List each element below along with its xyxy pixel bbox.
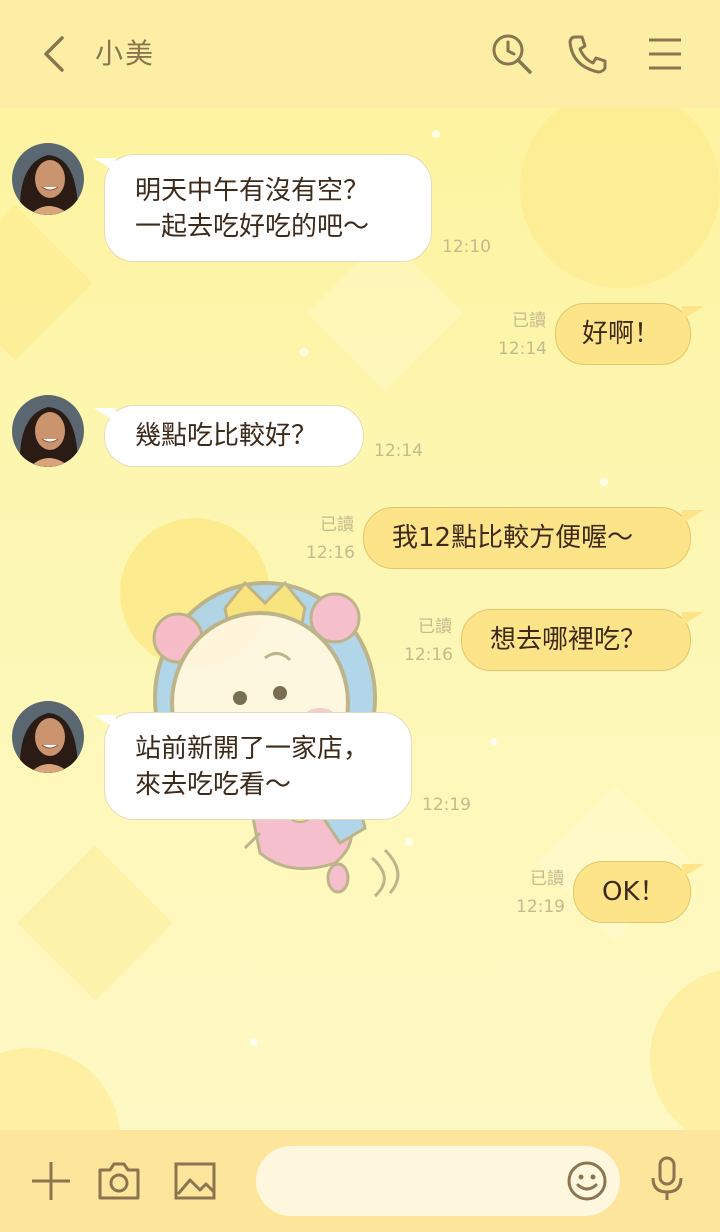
bubble-tail	[94, 715, 116, 729]
sparkle	[600, 478, 608, 486]
message-text: 想去哪裡吃？	[490, 625, 647, 655]
message-text: OK！	[602, 877, 666, 907]
incoming-message-bubble[interactable]: 明天中午有沒有空？ 一起去吃好吃的吧～	[104, 154, 432, 262]
sparkle	[300, 348, 308, 356]
message-time: 12:19	[516, 897, 565, 917]
message-time: 12:16	[306, 543, 355, 563]
microphone-icon[interactable]	[644, 1156, 690, 1202]
camera-icon[interactable]	[96, 1158, 142, 1204]
outgoing-message-bubble[interactable]: OK！	[573, 861, 691, 923]
background-circle	[650, 968, 720, 1130]
read-receipt: 已讀	[320, 515, 354, 535]
menu-icon[interactable]	[643, 32, 687, 76]
message-text: 我12點比較方便喔～	[392, 523, 634, 553]
read-receipt: 已讀	[418, 617, 452, 637]
chat-header: 小美	[0, 0, 720, 108]
chat-area[interactable]: 明天中午有沒有空？ 一起去吃好吃的吧～ 12:10 已讀 12:14 好啊！ 幾…	[0, 108, 720, 1130]
phone-icon[interactable]	[566, 32, 610, 76]
outgoing-message-bubble[interactable]: 想去哪裡吃？	[461, 609, 691, 671]
image-icon[interactable]	[172, 1158, 218, 1204]
message-time: 12:10	[442, 237, 491, 257]
incoming-message-bubble[interactable]: 幾點吃比較好？	[104, 405, 364, 467]
bubble-tail	[682, 864, 704, 878]
bubble-tail	[682, 510, 704, 524]
bubble-tail	[682, 612, 704, 626]
message-input-field[interactable]	[256, 1146, 620, 1216]
message-time: 12:16	[404, 645, 453, 665]
contact-avatar[interactable]	[12, 395, 84, 467]
search-clock-icon[interactable]	[490, 32, 534, 76]
message-text: 幾點吃比較好？	[135, 421, 318, 451]
message-text: 好啊！	[582, 319, 661, 349]
bubble-tail	[94, 158, 116, 172]
background-circle	[520, 108, 720, 288]
message-text: 站前新開了一家店， 來去吃吃看～	[135, 734, 370, 800]
background-diamond	[0, 205, 93, 361]
sparkle	[250, 1038, 258, 1046]
contact-avatar[interactable]	[12, 143, 84, 215]
message-time: 12:19	[422, 795, 471, 815]
plus-icon[interactable]	[28, 1158, 74, 1204]
outgoing-message-bubble[interactable]: 好啊！	[555, 303, 691, 365]
message-time: 12:14	[498, 339, 547, 359]
message-text: 明天中午有沒有空？ 一起去吃好吃的吧～	[135, 176, 370, 242]
back-arrow-icon[interactable]	[36, 34, 72, 74]
emoji-icon[interactable]	[566, 1160, 608, 1202]
contact-name: 小美	[95, 37, 156, 70]
background-circle	[0, 1048, 120, 1130]
sparkle	[432, 130, 440, 138]
incoming-message-bubble[interactable]: 站前新開了一家店， 來去吃吃看～	[104, 712, 412, 820]
read-receipt: 已讀	[530, 869, 564, 889]
bubble-tail	[94, 408, 116, 422]
read-receipt: 已讀	[512, 311, 546, 331]
contact-avatar[interactable]	[12, 701, 84, 773]
sparkle	[490, 738, 498, 746]
bubble-tail	[682, 306, 704, 320]
message-time: 12:14	[374, 441, 423, 461]
outgoing-message-bubble[interactable]: 我12點比較方便喔～	[363, 507, 691, 569]
